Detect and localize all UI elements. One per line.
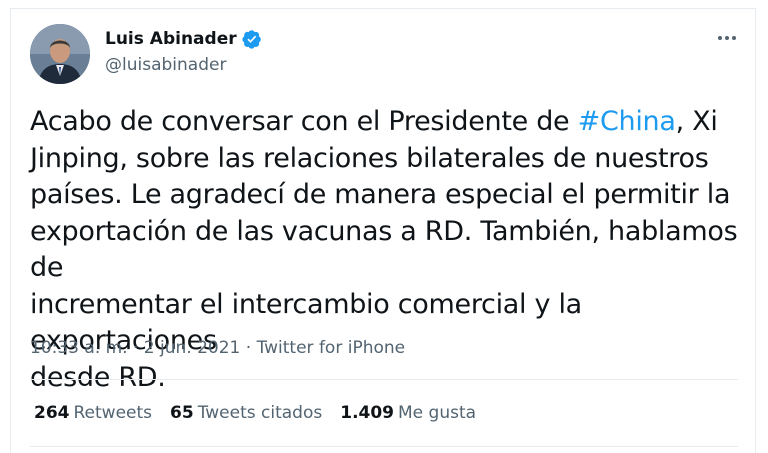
quote-tweets-label: Tweets citados (197, 403, 323, 423)
engagement-stats: 264 Retweets 65 Tweets citados 1.409 Me … (34, 403, 476, 423)
more-options-icon[interactable] (712, 26, 742, 50)
divider (30, 446, 738, 447)
more-dot (718, 36, 722, 40)
tweet-timestamp[interactable]: 10:33 a. m. · 2 jun. 2021 · Twitter for … (30, 338, 405, 358)
hashtag-link[interactable]: #China (578, 106, 676, 137)
quote-tweets-count: 65 (170, 403, 194, 423)
likes-stat[interactable]: 1.409 Me gusta (340, 403, 476, 423)
more-dot (732, 36, 736, 40)
more-dot (725, 36, 729, 40)
likes-label: Me gusta (398, 403, 477, 423)
avatar-photo (30, 24, 90, 84)
verified-badge-icon (242, 29, 262, 49)
retweets-label: Retweets (73, 403, 153, 423)
avatar[interactable] (30, 24, 90, 84)
author-handle[interactable]: @luisabinader (105, 55, 226, 75)
tweet-text-before: Acabo de conversar con el Presidente de (30, 106, 578, 137)
divider (30, 379, 738, 380)
author-name[interactable]: Luis Abinader (105, 29, 237, 49)
author-name-row[interactable]: Luis Abinader (105, 29, 262, 49)
quote-tweets-stat[interactable]: 65 Tweets citados (170, 403, 322, 423)
likes-count: 1.409 (340, 403, 395, 423)
retweets-count: 264 (34, 403, 70, 423)
retweets-stat[interactable]: 264 Retweets (34, 403, 152, 423)
